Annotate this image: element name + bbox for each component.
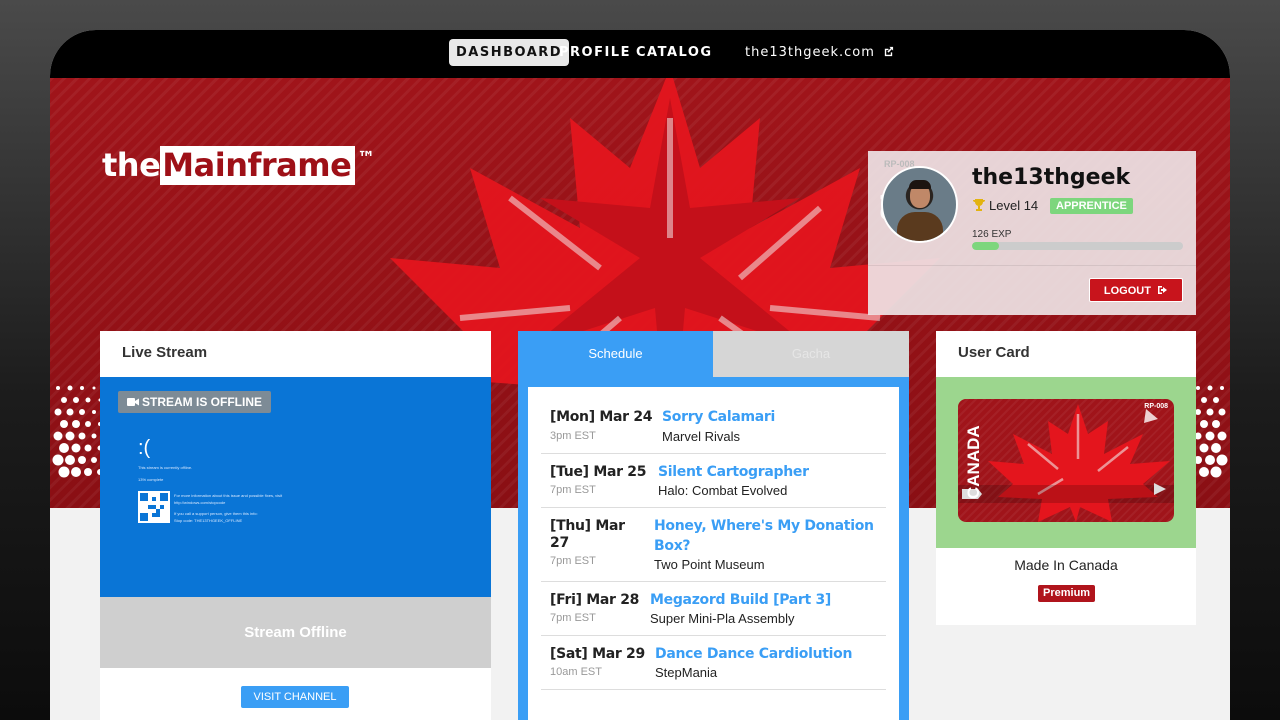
exp-progress-fill: [972, 242, 1000, 250]
event-game: Super Mini-Pla Assembly: [650, 611, 795, 626]
event-game: Halo: Combat Evolved: [658, 483, 788, 498]
event-day: [Sat] Mar 29: [550, 646, 645, 662]
nav-catalog[interactable]: CATALOG: [629, 39, 720, 66]
user-card-side-text: CANADA: [964, 425, 983, 499]
brand-logo: theMainframe ™: [102, 146, 375, 185]
tab-schedule[interactable]: Schedule: [518, 331, 713, 377]
schedule-panel: Schedule Gacha [Mon] Mar 24 3pm EST Sorr…: [518, 331, 909, 720]
exp-progress-bar: [972, 242, 1183, 250]
logout-icon: [1158, 286, 1167, 294]
event-title[interactable]: Silent Cartographer: [658, 462, 809, 482]
bsod-line-5: If you call a support person, give them …: [174, 511, 258, 516]
event-time: 7pm EST: [550, 484, 596, 496]
event-game: Two Point Museum: [654, 557, 765, 572]
stream-preview[interactable]: STREAM IS OFFLINE :( This stream is curr…: [100, 377, 491, 597]
qr-code: [138, 491, 170, 523]
user-card-title: User Card: [958, 344, 1030, 361]
user-card-image[interactable]: RP-008 CANADA: [958, 399, 1174, 522]
rank-badge: APPRENTICE: [1050, 198, 1133, 214]
event-time: 3pm EST: [550, 430, 596, 442]
event-time: 7pm EST: [550, 612, 596, 624]
bsod-line-4: http://windows.com/stopcode: [174, 500, 226, 505]
live-stream-title: Live Stream: [122, 344, 208, 361]
event-title[interactable]: Megazord Build [Part 3]: [650, 590, 831, 610]
event-day: [Fri] Mar 28: [550, 592, 640, 608]
event-time: 10am EST: [550, 666, 602, 678]
brand-highlight: Mainframe: [160, 146, 356, 185]
logout-button[interactable]: LOGOUT: [1088, 278, 1183, 302]
user-card-id: RP-008: [1144, 403, 1168, 410]
bsod-line-3: For more information about this issue an…: [174, 493, 283, 498]
bsod-sad-face: :(: [138, 437, 151, 459]
card-tier-badge: Premium: [1038, 585, 1096, 602]
event-title[interactable]: Honey, Where's My Donation Box?: [654, 516, 874, 556]
schedule-item[interactable]: [Tue] Mar 25 7pm EST Silent Cartographer…: [541, 454, 886, 508]
nav-external-link[interactable]: the13thgeek.com: [738, 39, 901, 66]
event-day: [Tue] Mar 25: [550, 464, 647, 480]
user-card-panel: User Card RP-008 CANADA Made In Canada P…: [936, 331, 1196, 625]
event-day: [Thu] Mar 27: [550, 518, 625, 551]
event-title[interactable]: Sorry Calamari: [662, 407, 775, 427]
video-camera-icon: [127, 398, 139, 406]
stream-offline-strip: Stream Offline: [100, 597, 491, 668]
qr-code-icon: [140, 493, 168, 521]
bsod-line-2: 13% complete: [138, 477, 164, 482]
user-card-name: Made In Canada: [1014, 557, 1118, 573]
live-stream-panel: Live Stream STREAM IS OFFLINE :( This st…: [100, 331, 491, 720]
app-frame: DASHBOARD PROFILE CATALOG the13thgeek.co…: [50, 30, 1230, 720]
bsod-line-6: Stop code: THE13THGEEK_OFFLINE: [174, 518, 243, 523]
bsod-line-1: This stream is currently offline.: [138, 465, 193, 470]
top-nav: DASHBOARD PROFILE CATALOG the13thgeek.co…: [50, 30, 1230, 78]
event-day: [Mon] Mar 24: [550, 409, 653, 425]
schedule-list: [Mon] Mar 24 3pm EST Sorry Calamari Marv…: [528, 387, 899, 720]
visit-channel-button[interactable]: VISIT CHANNEL: [241, 686, 349, 708]
schedule-item[interactable]: [Sat] Mar 29 10am EST Dance Dance Cardio…: [541, 636, 886, 690]
exp-label: 126 EXP: [972, 229, 1012, 240]
logout-label: LOGOUT: [1103, 285, 1151, 297]
tab-gacha[interactable]: Gacha: [713, 331, 909, 377]
schedule-item[interactable]: [Mon] Mar 24 3pm EST Sorry Calamari Marv…: [541, 387, 886, 454]
event-game: Marvel Rivals: [662, 429, 741, 444]
external-link-label: the13thgeek.com: [745, 45, 875, 60]
username: the13thgeek: [972, 165, 1131, 190]
avatar[interactable]: [881, 166, 958, 243]
event-time: 7pm EST: [550, 555, 596, 567]
brand-prefix: the: [102, 146, 161, 184]
event-game: StepMania: [655, 665, 718, 680]
external-link-icon: [884, 46, 894, 57]
schedule-item[interactable]: [Thu] Mar 27 7pm EST Honey, Where's My D…: [541, 508, 886, 582]
stream-offline-text: STREAM IS OFFLINE: [142, 395, 262, 409]
trophy-icon: [973, 199, 985, 211]
user-card-display: RP-008 CANADA: [936, 377, 1196, 548]
brand-trademark: ™: [357, 148, 375, 169]
stream-offline-badge: STREAM IS OFFLINE: [118, 391, 271, 413]
nav-profile[interactable]: PROFILE: [552, 39, 638, 66]
user-level: Level 14: [989, 198, 1039, 213]
event-title[interactable]: Dance Dance Cardiolution: [655, 644, 852, 664]
schedule-item[interactable]: [Fri] Mar 28 7pm EST Megazord Build [Par…: [541, 582, 886, 636]
profile-card-divider: [868, 265, 1196, 266]
profile-card: RP-008 CA the13thgeek Level 14 APPRENTIC…: [868, 151, 1196, 315]
mini-maple-leaf: [958, 404, 1174, 522]
